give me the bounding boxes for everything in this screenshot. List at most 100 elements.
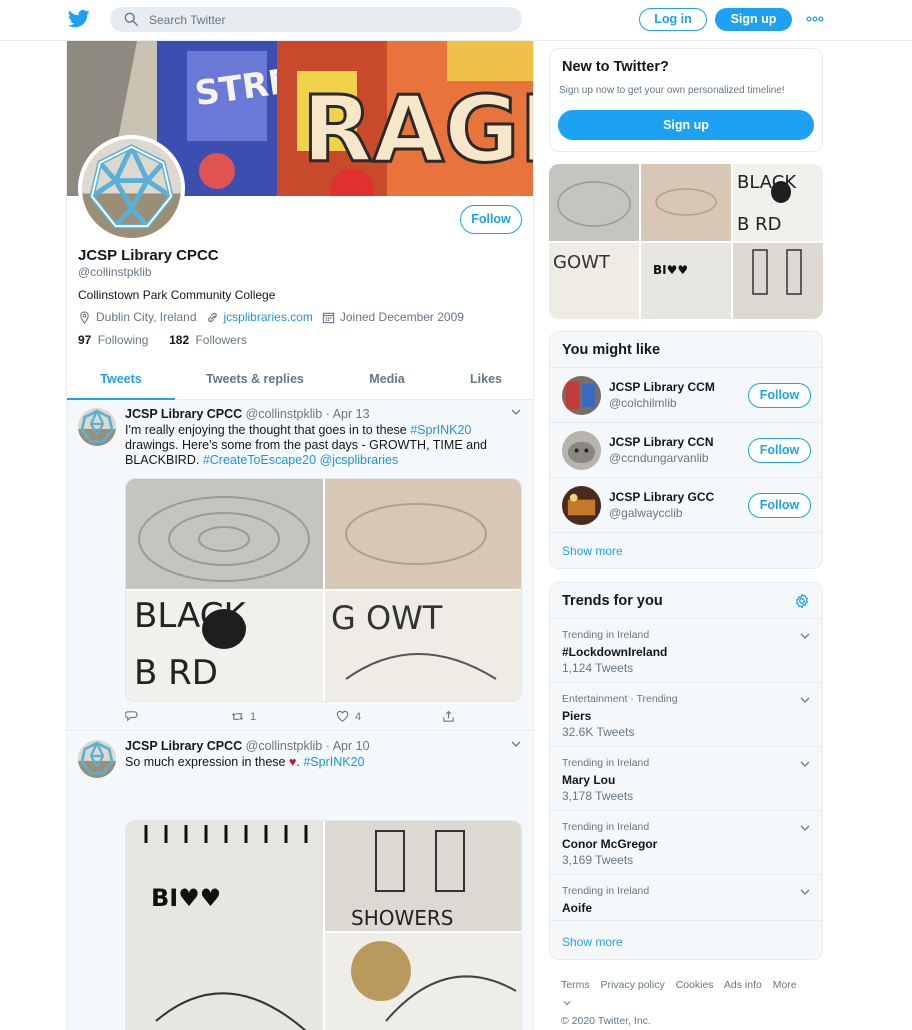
suggested-account[interactable]: JCSP Library CCN @ccndungarvanlib Follow	[550, 422, 822, 477]
footer: Terms Privacy policy Cookies Ads info Mo…	[561, 976, 821, 1030]
tweet-media-grid[interactable]: BLACK B RD G OWT	[125, 478, 522, 702]
suggested-account-name: JCSP Library CCN	[609, 435, 714, 449]
follow-button[interactable]: Follow	[748, 438, 811, 463]
new-to-twitter-title: New to Twitter?	[562, 59, 669, 75]
chevron-down-icon	[563, 1001, 571, 1006]
gear-icon[interactable]	[794, 593, 810, 609]
svg-text:BI♥♥: BI♥♥	[653, 263, 688, 277]
trend-name: Aoife	[562, 901, 592, 915]
tweet[interactable]: JCSP Library CPCC @collinstpklib · Apr 1…	[67, 732, 533, 1030]
tweet-author-handle[interactable]: @collinstpklib	[246, 407, 323, 421]
trend-context: Entertainment · Trending	[562, 693, 678, 705]
trend-name: #LockdownIreland	[562, 645, 668, 659]
mention-link[interactable]: @jcsplibraries	[320, 453, 399, 467]
who-to-follow-card: You might like JCSP Library CCM @colchil…	[549, 331, 823, 569]
profile-handle: @collinstpklib	[78, 265, 152, 279]
footer-link-terms[interactable]: Terms	[561, 979, 590, 991]
photos-and-videos-grid[interactable]: BLACK B RD GOWT BI♥♥	[549, 164, 823, 319]
trend-item[interactable]: Trending in Ireland Conor McGregor 3,169…	[550, 810, 822, 874]
retweet-action[interactable]: 1	[231, 710, 256, 723]
trend-context: Trending in Ireland	[562, 821, 650, 833]
trend-item[interactable]: Trending in Ireland Mary Lou 3,178 Tweet…	[550, 746, 822, 810]
tweet-author-name[interactable]: JCSP Library CPCC	[125, 739, 242, 753]
tweet-date[interactable]: Apr 10	[333, 739, 370, 753]
profile-column: STREETS RAGIN	[66, 41, 534, 1030]
follow-profile-button[interactable]: Follow	[460, 205, 522, 234]
hashtag-link[interactable]: #SprINK20	[410, 423, 471, 437]
tab-media[interactable]: Media	[335, 364, 439, 400]
trends-title: Trends for you	[562, 593, 663, 609]
tweet-header: JCSP Library CPCC @collinstpklib · Apr 1…	[125, 407, 370, 421]
chevron-down-icon[interactable]	[511, 740, 521, 748]
search-icon	[124, 12, 138, 26]
retweet-count: 1	[250, 710, 257, 723]
more-options-icon[interactable]	[806, 12, 824, 26]
tweet-avatar[interactable]	[78, 408, 116, 446]
chevron-down-icon[interactable]	[800, 632, 810, 640]
reply-icon	[125, 711, 138, 722]
profile-joined: Joined December 2009	[322, 310, 464, 324]
show-more-suggestions-link[interactable]: Show more	[562, 544, 623, 558]
sign-up-cta-button[interactable]: Sign up	[558, 110, 814, 140]
profile-tabs: Tweets Tweets & replies Media Likes	[67, 364, 533, 400]
search-input[interactable]: Search Twitter	[110, 7, 522, 32]
share-action[interactable]	[442, 710, 461, 723]
svg-text:SHOWERS: SHOWERS	[351, 906, 453, 930]
suggested-account-avatar[interactable]	[562, 431, 601, 470]
hashtag-link[interactable]: #SprINK20	[303, 755, 364, 769]
chevron-down-icon[interactable]	[800, 696, 810, 704]
profile-website-link[interactable]: jcsplibraries.com	[224, 310, 313, 324]
tweet[interactable]: JCSP Library CPCC @collinstpklib · Apr 1…	[67, 400, 533, 731]
tweet-text: I'm really enjoying the thought that goe…	[125, 423, 487, 467]
follow-button[interactable]: Follow	[748, 493, 811, 518]
suggested-account-handle: @galwaycclib	[609, 506, 683, 520]
calendar-icon	[322, 312, 335, 323]
suggested-account[interactable]: JCSP Library GCC @galwaycclib Follow	[550, 477, 822, 532]
tweet-date[interactable]: Apr 13	[333, 407, 370, 421]
followers-stat[interactable]: 182 Followers	[169, 333, 247, 347]
svg-text:G OWT: G OWT	[331, 599, 443, 637]
log-in-button[interactable]: Log in	[639, 8, 707, 31]
suggested-account-avatar[interactable]	[562, 486, 601, 525]
new-to-twitter-card: New to Twitter? Sign up now to get your …	[549, 48, 823, 152]
footer-link-cookies[interactable]: Cookies	[676, 979, 714, 991]
location-pin-icon	[80, 310, 89, 324]
chevron-down-icon[interactable]	[800, 888, 810, 896]
chevron-down-icon[interactable]	[800, 824, 810, 832]
following-stat[interactable]: 97 Following	[78, 333, 148, 347]
tab-tweets-and-replies[interactable]: Tweets & replies	[175, 364, 335, 400]
footer-link-privacy[interactable]: Privacy policy	[601, 979, 665, 991]
trend-item[interactable]: Trending in Ireland #LockdownIreland 1,1…	[550, 618, 822, 682]
tweet-avatar[interactable]	[78, 740, 116, 778]
suggested-account-handle: @ccndungarvanlib	[609, 451, 709, 465]
reply-action[interactable]	[125, 710, 144, 723]
trend-item[interactable]: Entertainment · Trending Piers 32.6K Twe…	[550, 682, 822, 746]
profile-meta: Dublin City, Ireland jcsplibraries.com J…	[78, 310, 473, 324]
tweet-author-handle[interactable]: @collinstpklib	[246, 739, 323, 753]
link-icon	[207, 312, 217, 322]
tweet-author-name[interactable]: JCSP Library CPCC	[125, 407, 242, 421]
tweet-media-grid[interactable]: BI♥♥ SHOWERS	[125, 820, 522, 1030]
footer-link-ads-info[interactable]: Ads info	[724, 979, 762, 991]
trend-count: 3,178 Tweets	[562, 789, 634, 803]
chevron-down-icon[interactable]	[511, 408, 521, 416]
svg-text:GOWT: GOWT	[553, 252, 611, 273]
tab-tweets[interactable]: Tweets	[67, 364, 175, 400]
profile-bio: Collinstown Park Community College	[78, 288, 276, 302]
sign-up-button[interactable]: Sign up	[715, 8, 792, 31]
suggested-account-avatar[interactable]	[562, 376, 601, 415]
suggested-account[interactable]: JCSP Library CCM @colchilmlib Follow	[550, 367, 822, 422]
followers-label: Followers	[195, 333, 247, 347]
suggested-account-name: JCSP Library GCC	[609, 490, 715, 504]
profile-avatar[interactable]	[78, 135, 185, 242]
twitter-bird-icon[interactable]	[68, 9, 90, 29]
chevron-down-icon[interactable]	[800, 760, 810, 768]
trend-item[interactable]: Trending in Ireland Aoife	[550, 874, 822, 920]
follow-button[interactable]: Follow	[748, 383, 811, 408]
tab-likes[interactable]: Likes	[439, 364, 533, 400]
hashtag-link[interactable]: #CreateToEscape20	[203, 453, 316, 467]
profile-website[interactable]: jcsplibraries.com	[206, 310, 313, 324]
like-action[interactable]: 4	[336, 710, 361, 723]
show-more-trends-link[interactable]: Show more	[562, 935, 623, 949]
retweet-icon	[231, 712, 244, 721]
